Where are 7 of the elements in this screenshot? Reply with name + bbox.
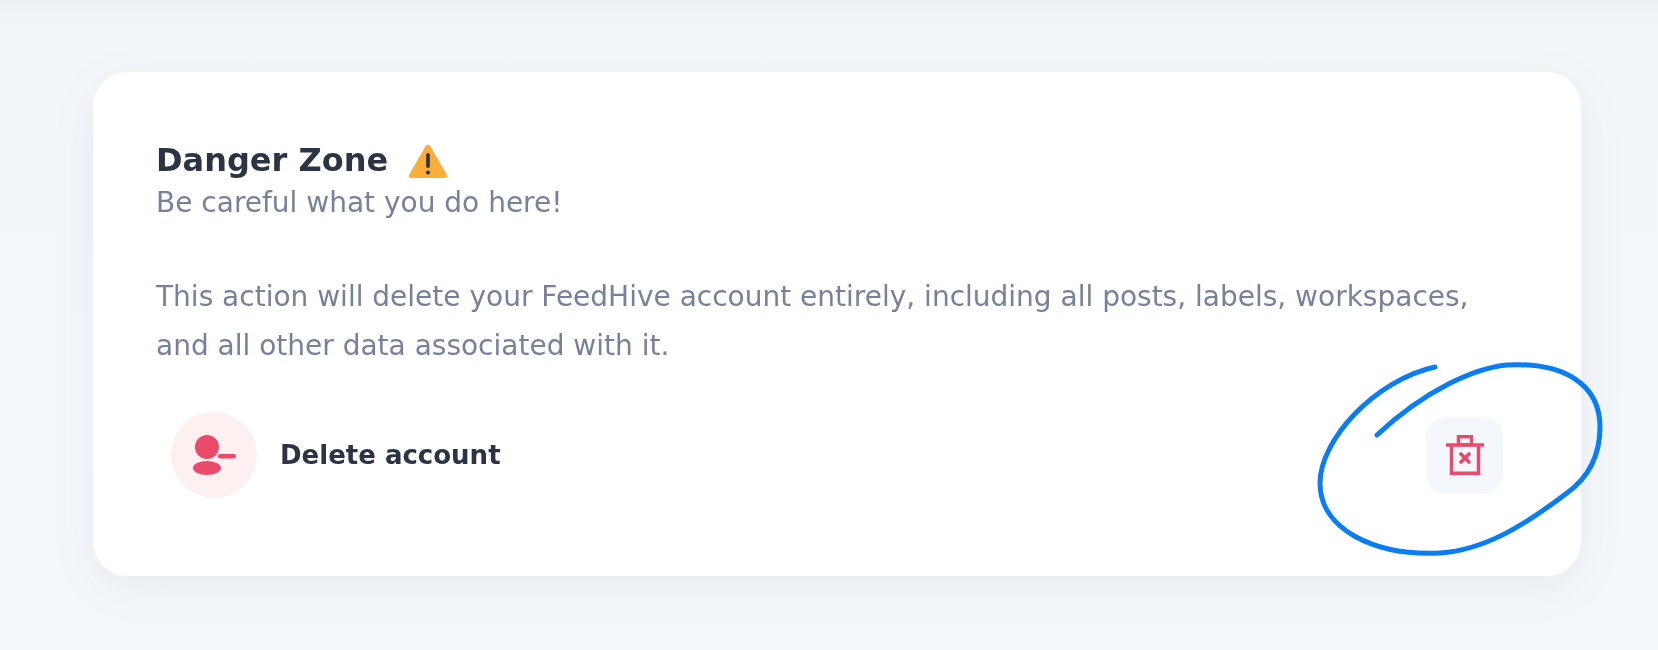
warning-description: This action will delete your FeedHive account entirely, including all posts, labels, workspaces, and all other data associated with it.: [156, 279, 1470, 364]
delete-button[interactable]: [1426, 416, 1503, 494]
section-subtitle: Be careful what you do here!: [156, 185, 563, 221]
action-label: Delete account: [280, 440, 501, 470]
trash-icon: [1445, 435, 1484, 475]
section-title: Danger Zone: [156, 140, 389, 180]
warning-icon: [408, 143, 449, 179]
